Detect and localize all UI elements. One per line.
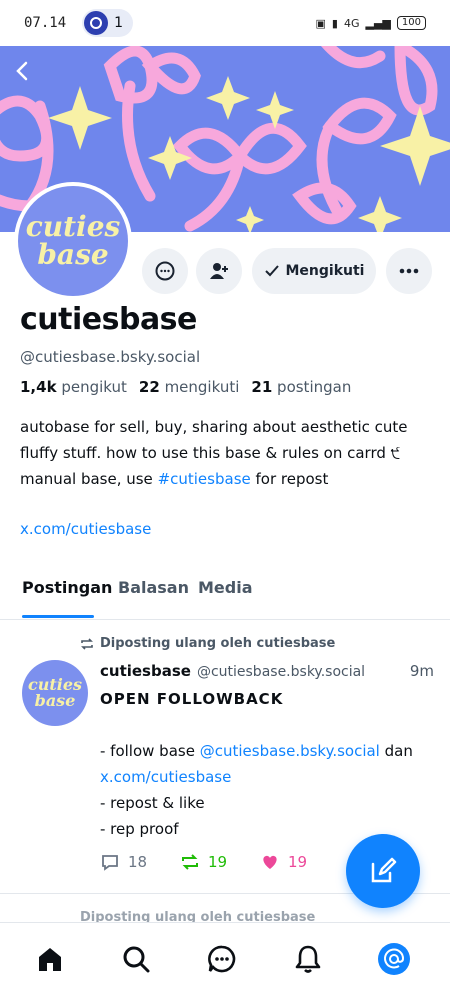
compose-button[interactable]	[346, 834, 420, 908]
repost-button[interactable]: 19	[180, 852, 260, 872]
chat-bubble-icon	[155, 261, 175, 281]
post-author[interactable]: cutiesbase	[100, 662, 191, 680]
profile-bio: autobase for sell, buy, sharing about ae…	[20, 414, 430, 492]
heart-icon	[263, 855, 277, 869]
back-button[interactable]	[12, 60, 34, 86]
profile-tabs: Postingan Balasan Media	[0, 568, 450, 620]
notification-pill[interactable]: 1	[82, 9, 134, 37]
following-button[interactable]: Mengikuti	[252, 248, 376, 294]
at-sign-icon	[378, 943, 410, 975]
notification-app-icon	[84, 11, 109, 35]
ellipsis-icon	[399, 268, 419, 274]
nav-chat[interactable]	[204, 941, 240, 977]
post-header: cutiesbase @cutiesbase.bsky.social 9m	[100, 662, 434, 680]
repost-attribution: Diposting ulang oleh cutiesbase	[80, 636, 335, 651]
tab-replies[interactable]: Balasan	[118, 578, 189, 597]
system-indicators: ▣ ▮ 4G ▂▄▆ 100	[316, 16, 426, 30]
reply-button[interactable]: 18	[100, 852, 180, 872]
like-button[interactable]: 19	[260, 852, 340, 872]
avatar-text-line1: cuties	[25, 210, 121, 243]
post-actions: 18 19 19	[100, 852, 340, 872]
nav-home[interactable]	[32, 941, 68, 977]
battery-icon: 100	[396, 16, 426, 30]
chat-icon	[208, 945, 236, 973]
profile-link[interactable]: x.com/cutiesbase	[20, 520, 151, 538]
profile-name: cutiesbase	[20, 302, 197, 337]
nav-search[interactable]	[118, 941, 154, 977]
signal-icon: ▂▄▆	[365, 16, 391, 30]
post-time: 9m	[409, 662, 434, 680]
status-bar: 07.14 1 ▣ ▮ 4G ▂▄▆ 100	[0, 0, 450, 46]
add-user-button[interactable]	[196, 248, 242, 294]
followers-stat[interactable]: 1,4k pengikut	[20, 378, 127, 396]
profile-stats: 1,4k pengikut 22 mengikuti 21 postingan	[20, 378, 351, 396]
home-icon	[39, 948, 61, 971]
post-handle[interactable]: @cutiesbase.bsky.social	[197, 664, 365, 680]
following-stat[interactable]: 22 mengikuti	[139, 378, 239, 396]
compose-icon	[371, 857, 397, 883]
notification-count: 1	[114, 15, 124, 31]
more-options-button[interactable]	[386, 248, 432, 294]
bio-hashtag[interactable]: #cutiesbase	[158, 470, 251, 488]
bio-line1: autobase for sell, buy, sharing about ae…	[20, 418, 408, 462]
following-button-label: Mengikuti	[285, 263, 365, 279]
bio-line2: manual base, use #cutiesbase for repost	[20, 470, 329, 488]
repost-icon	[182, 854, 198, 870]
repost-icon	[81, 637, 93, 650]
status-time: 07.14	[24, 15, 67, 31]
profile-handle: @cutiesbase.bsky.social	[20, 348, 201, 366]
bottom-navigation	[0, 922, 450, 1000]
post-author-avatar[interactable]: cuties base	[22, 660, 88, 726]
post-link[interactable]: x.com/cutiesbase	[100, 764, 434, 790]
network-type: 4G	[343, 16, 360, 30]
chevron-left-icon	[16, 61, 28, 81]
nav-notifications[interactable]	[290, 941, 326, 977]
search-icon	[123, 946, 150, 973]
posts-stat: 21 postingan	[251, 378, 352, 396]
profile-actions: Mengikuti	[0, 248, 450, 294]
tab-media[interactable]: Media	[198, 578, 253, 597]
bell-icon	[295, 945, 321, 973]
message-button[interactable]	[142, 248, 188, 294]
active-tab-indicator	[22, 615, 94, 618]
post-mention[interactable]: @cutiesbase.bsky.social	[200, 742, 380, 760]
nfc-icon: ▣	[315, 16, 326, 30]
post-body: OPEN FOLLOWBACK - follow base @cutiesbas…	[100, 686, 434, 842]
nav-profile[interactable]	[376, 941, 412, 977]
person-plus-icon	[210, 263, 228, 279]
check-icon	[264, 265, 279, 277]
reply-icon	[102, 855, 118, 871]
vibrate-icon: ▮	[331, 16, 338, 30]
tab-posts[interactable]: Postingan	[22, 578, 112, 597]
